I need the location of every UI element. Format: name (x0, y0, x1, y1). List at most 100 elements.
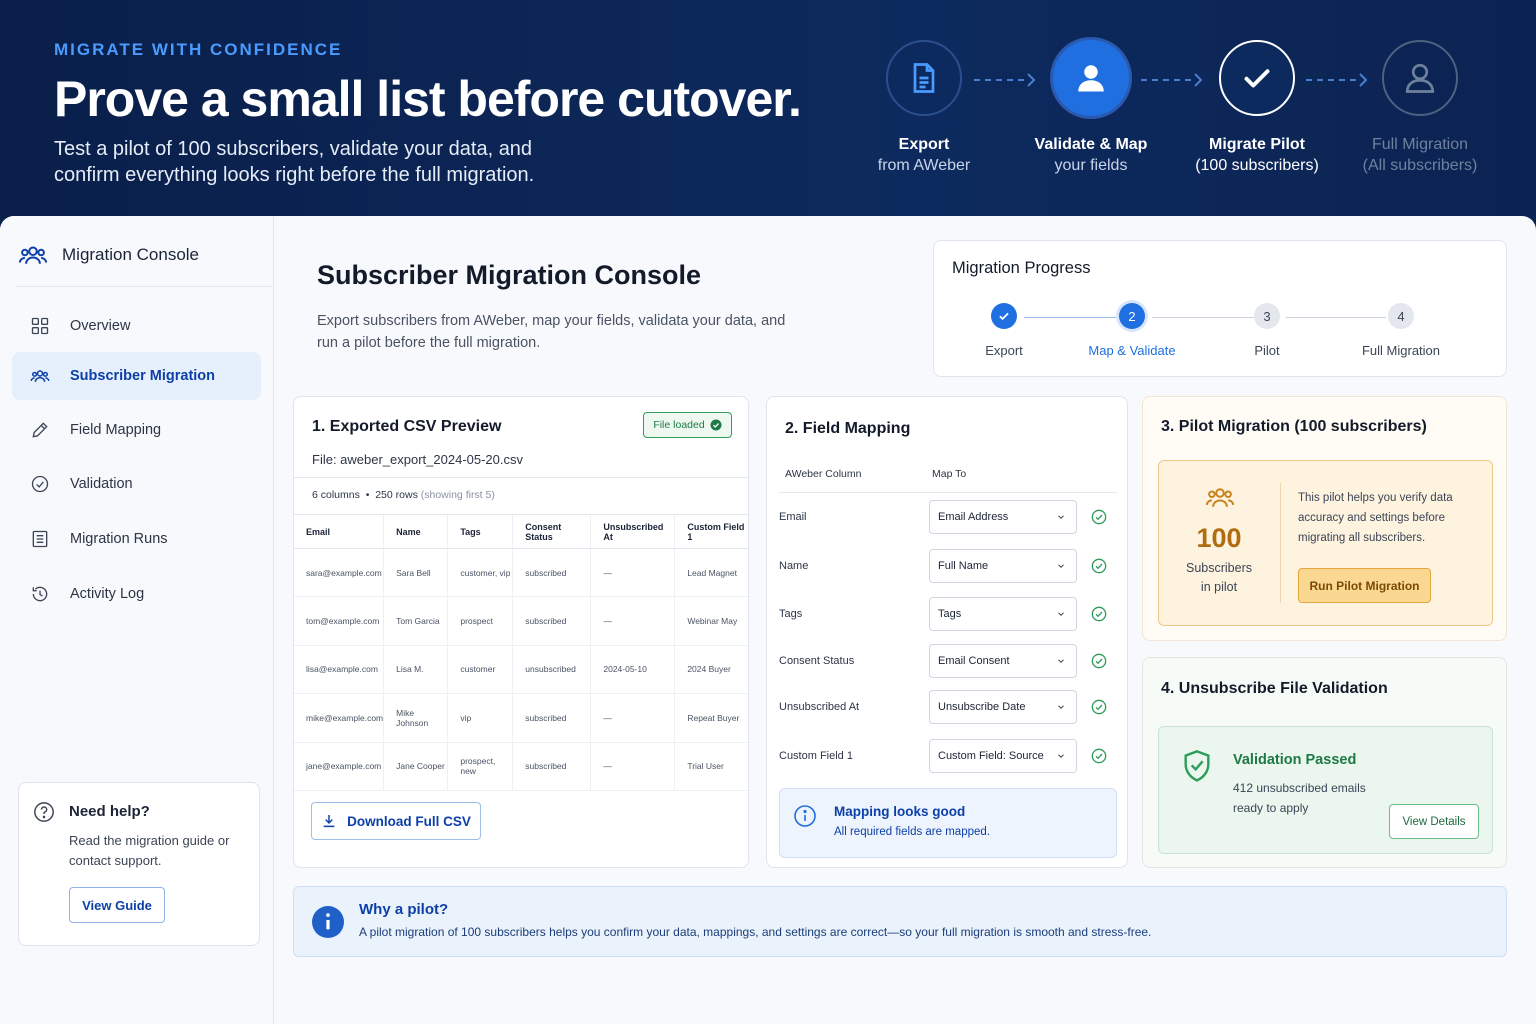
column-count: 6 columns (312, 489, 360, 501)
info-icon (312, 906, 344, 938)
pilot-count-label: Subscribers in pilot (1186, 561, 1252, 594)
hero-subtitle: Test a pilot of 100 subscribers, validat… (54, 138, 535, 186)
hero-step-export: Export from AWeber (849, 40, 999, 176)
mapping-row: Unsubscribed At Unsubscribe Date (779, 683, 1107, 731)
download-label: Download Full CSV (347, 813, 471, 829)
table-row: tom@example.com Tom Garcia prospect subscri… (294, 596, 748, 646)
sidebar-item-field-mapping[interactable]: Field Mapping (12, 406, 261, 454)
table-cell: sara@example.com (294, 548, 384, 598)
pilot-migration-card: 3. Pilot Migration (100 subscribers) 100… (1142, 396, 1507, 641)
view-details-button[interactable]: View Details (1389, 804, 1479, 839)
chevron-down-icon (1058, 659, 1064, 663)
help-text: Read the migration guide or contact supp… (69, 833, 230, 868)
divider (1280, 483, 1281, 603)
sidebar: Migration Console Overview Subscriber Mi… (0, 216, 274, 1024)
table-cell: subscribed (512, 693, 591, 743)
table-header: Consent Status (512, 514, 591, 549)
file-loaded-badge: File loaded (643, 412, 732, 438)
table-cell: customer (447, 645, 513, 695)
hero-step-validate: Validate & Map your fields (1016, 40, 1166, 176)
hero-step-title: Validate & Map (1034, 136, 1148, 153)
sidebar-item-migration-runs[interactable]: Migration Runs (12, 515, 261, 563)
sidebar-title: Migration Console (62, 245, 200, 264)
table-cell: — (590, 596, 675, 646)
mapping-title: 2. Field Mapping (785, 420, 911, 437)
table-cell: 2024-05-10 (590, 645, 675, 695)
progress-step-map-validate: 2 Map & Validate (1067, 303, 1197, 358)
document-icon (886, 40, 962, 116)
hero-step-title: Export (898, 136, 950, 153)
table-row: mike@example.com Mike Johnson vip subscribe… (294, 693, 748, 743)
chevron-down-icon (1058, 705, 1064, 709)
sidebar-item-activity-log[interactable]: Activity Log (12, 570, 261, 618)
table-cell: subscribed (512, 596, 591, 646)
mapping-target-select[interactable]: Custom Field: Source (929, 739, 1077, 773)
table-header: Email (294, 514, 384, 549)
table-cell: Trial User (674, 742, 748, 791)
sidebar-item-subscriber-migration[interactable]: Subscriber Migration (12, 352, 261, 400)
chevron-down-icon (1058, 515, 1064, 519)
download-full-csv-button[interactable]: Download Full CSV (311, 802, 481, 840)
unsubscribe-validation-card: 4. Unsubscribe File Validation Validatio… (1142, 657, 1507, 868)
progress-step-pilot: 3 Pilot (1202, 303, 1332, 358)
sidebar-item-label: Validation (70, 476, 133, 492)
progress-step-label: Export (985, 343, 1023, 358)
hero-step-sub: your fields (1054, 157, 1128, 174)
check-circle-icon (1091, 509, 1107, 525)
progress-step-number: 4 (1388, 303, 1414, 329)
history-icon (32, 586, 48, 602)
mapping-note-title: Mapping looks good (834, 804, 966, 819)
check-circle-icon (31, 475, 49, 493)
users-icon (18, 246, 48, 264)
mapping-target-select[interactable]: Full Name (929, 549, 1077, 583)
select-value: Custom Field: Source (938, 750, 1044, 762)
select-value: Unsubscribe Date (938, 701, 1026, 713)
mapping-source: Name (779, 560, 809, 572)
page-subtitle: Export subscribers from AWeber, map your… (317, 313, 786, 351)
mapping-target-select[interactable]: Email Consent (929, 644, 1077, 678)
mapping-source: Email (779, 511, 807, 523)
table-cell: Jane Cooper (383, 742, 448, 791)
check-circle-icon (1091, 558, 1107, 574)
chevron-down-icon (1058, 564, 1064, 568)
pilot-count: 100 (1196, 523, 1242, 553)
mapping-target-select[interactable]: Tags (929, 597, 1077, 631)
why-title: Why a pilot? (359, 901, 449, 918)
question-icon (34, 802, 54, 822)
hero-step-title: Migrate Pilot (1208, 136, 1305, 153)
table-row: sara@example.com Sara Bell customer, vip su… (294, 548, 748, 598)
mapping-target-select[interactable]: Unsubscribe Date (929, 690, 1077, 724)
progress-step-number: 2 (1119, 303, 1145, 329)
progress-step-export: Export (939, 303, 1069, 358)
mapping-source: Custom Field 1 (779, 750, 853, 762)
run-pilot-migration-button[interactable]: Run Pilot Migration (1298, 568, 1431, 603)
progress-title: Migration Progress (952, 259, 1091, 277)
csv-filename: File: aweber_export_2024-05-20.csv (312, 452, 524, 467)
validation-text: 412 unsubscribed emails ready to apply (1233, 781, 1366, 815)
sidebar-item-label: Activity Log (70, 586, 145, 602)
hero-banner: MIGRATE WITH CONFIDENCE Prove a small li… (0, 0, 1536, 232)
hero-title: Prove a small list before cutover. (54, 71, 802, 127)
table-cell: Repeat Buyer (674, 693, 748, 743)
table-row: jane@example.com Jane Cooper prospect, new… (294, 742, 748, 791)
sidebar-item-overview[interactable]: Overview (12, 302, 261, 350)
progress-step-label: Map & Validate (1088, 343, 1176, 358)
validation-result-panel: Validation Passed 412 unsubscribed email… (1158, 726, 1493, 854)
table-cell: Tom Garcia (383, 596, 448, 646)
help-card: Need help? Read the migration guide or c… (18, 782, 260, 946)
sidebar-item-validation[interactable]: Validation (12, 460, 261, 508)
mapping-row: Tags Tags (779, 590, 1107, 638)
why-pilot-banner: Why a pilot? A pilot migration of 100 su… (293, 886, 1507, 957)
check-circle-icon (1091, 606, 1107, 622)
download-icon (323, 815, 335, 828)
select-value: Tags (938, 608, 962, 620)
table-header: Name (383, 514, 448, 549)
app-window: Migration Console Overview Subscriber Mi… (0, 216, 1536, 1024)
mapping-target-select[interactable]: Email Address (929, 500, 1077, 534)
mapping-row: Email Email Address (779, 493, 1107, 541)
unsub-title: 4. Unsubscribe File Validation (1161, 680, 1388, 697)
view-guide-button[interactable]: View Guide (69, 887, 165, 923)
table-cell: prospect, new (447, 742, 513, 791)
csv-title: 1. Exported CSV Preview (312, 418, 502, 435)
hero-eyebrow: MIGRATE WITH CONFIDENCE (54, 40, 343, 59)
